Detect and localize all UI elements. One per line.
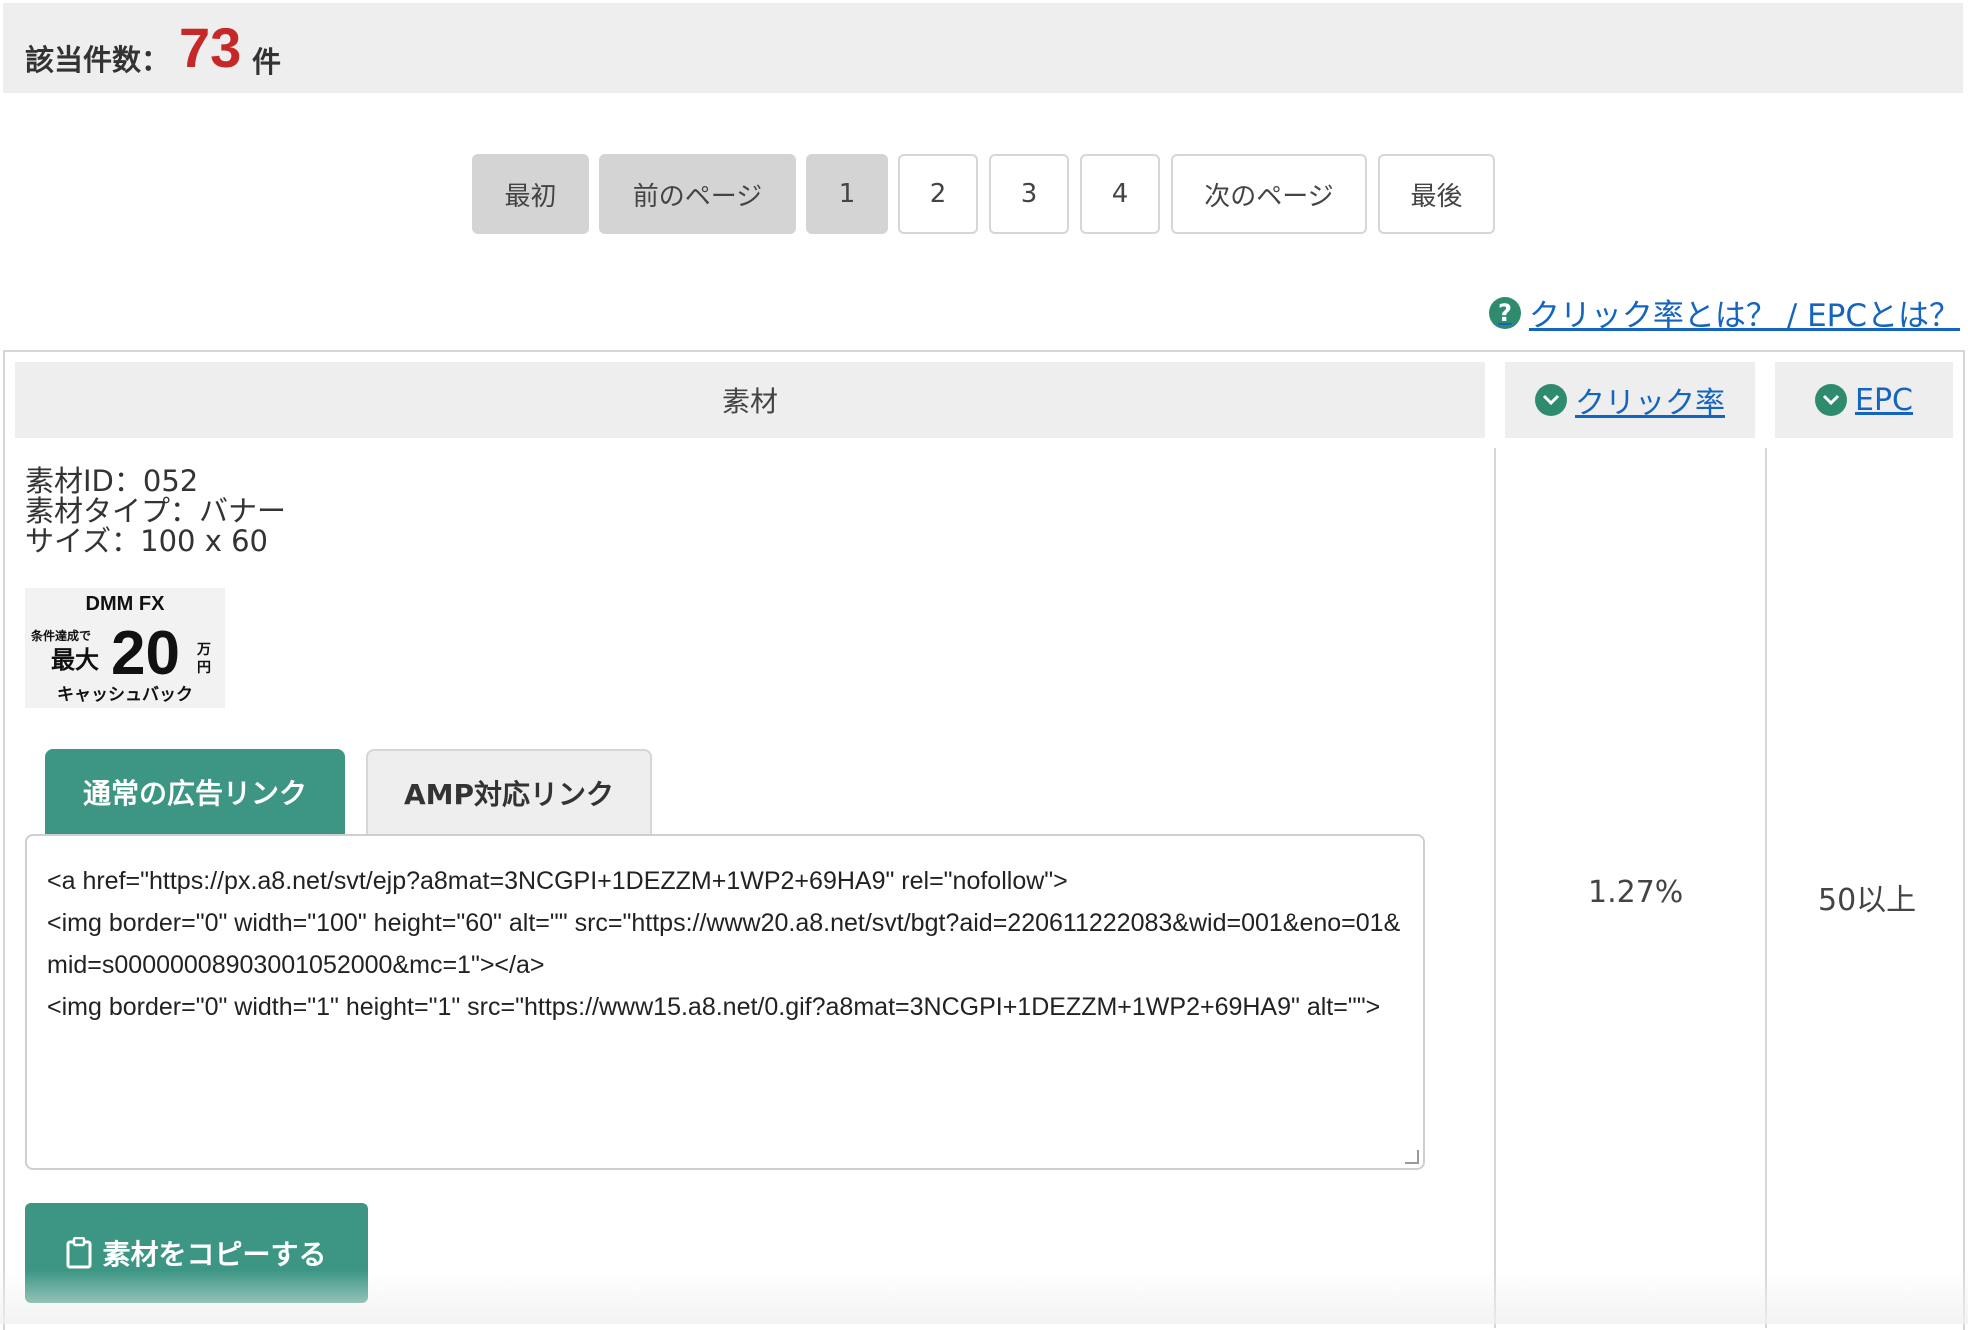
epc-label: EPC: [1855, 382, 1913, 418]
result-label: 該当件数：: [25, 43, 171, 77]
banner-unit-bottom: 円: [197, 660, 211, 676]
next-page-button[interactable]: 次のページ: [1171, 154, 1367, 234]
epc-value: 50以上: [1818, 883, 1917, 918]
help-link-text[interactable]: クリック率とは？ / EPCとは？: [1529, 290, 1960, 335]
banner-amount: 20: [111, 619, 180, 688]
clipboard-icon: [66, 1237, 92, 1269]
column-divider: [1494, 448, 1496, 1328]
ad-code-textarea[interactable]: <a href="https://px.a8.net/svt/ejp?a8mat…: [25, 834, 1425, 1170]
page-4-button[interactable]: 4: [1080, 154, 1160, 234]
header-material-label: 素材: [721, 385, 778, 418]
header-material: 素材: [15, 362, 1485, 438]
click-rate-sort-link[interactable]: クリック率: [1535, 378, 1725, 422]
material-size: サイズ：100 x 60: [25, 524, 268, 558]
material-id: 素材ID：052: [25, 464, 199, 498]
page-3-button[interactable]: 3: [989, 154, 1069, 234]
header-click-rate[interactable]: クリック率: [1505, 362, 1755, 438]
tab-amp-link[interactable]: AMP対応リンク: [366, 749, 652, 835]
copy-button-label: 素材をコピーする: [102, 1238, 327, 1271]
first-page-button[interactable]: 最初: [472, 154, 589, 234]
copy-material-button[interactable]: 素材をコピーする: [25, 1203, 368, 1303]
prev-page-button[interactable]: 前のページ: [599, 154, 796, 234]
click-rate-value: 1.27%: [1588, 875, 1684, 910]
help-link[interactable]: ? クリック率とは？ / EPCとは？: [1488, 290, 1960, 335]
click-rate-label: クリック率: [1575, 386, 1725, 421]
column-divider: [1765, 448, 1767, 1328]
banner-big-prefix: 最大: [51, 646, 99, 674]
page-2-button[interactable]: 2: [898, 154, 978, 234]
tab-normal-link[interactable]: 通常の広告リンク: [45, 749, 345, 835]
question-icon: ?: [1488, 296, 1521, 329]
resize-grip-icon[interactable]: [1405, 1150, 1419, 1164]
result-unit: 件: [252, 45, 282, 79]
banner-brand: DMM FX: [86, 593, 166, 615]
page-1-button[interactable]: 1: [806, 154, 888, 234]
result-count-bar: 該当件数： 73 件: [3, 3, 1963, 93]
header-epc[interactable]: EPC: [1775, 362, 1953, 438]
ad-code-text[interactable]: <a href="https://px.a8.net/svt/ejp?a8mat…: [47, 860, 1403, 1028]
chevron-down-icon: [1535, 384, 1567, 416]
banner-image: DMM FX 条件達成で 最大 20 万 円 キャッシュバック: [25, 588, 225, 708]
chevron-down-icon: [1815, 384, 1847, 416]
last-page-button[interactable]: 最後: [1378, 154, 1495, 234]
banner-unit-top: 万: [196, 642, 211, 658]
banner-footer: キャッシュバック: [57, 685, 193, 705]
result-count: 73: [179, 16, 242, 79]
epc-sort-link[interactable]: EPC: [1815, 383, 1913, 418]
material-type: 素材タイプ：バナー: [25, 494, 287, 528]
banner-line1: 条件達成で: [30, 628, 91, 643]
